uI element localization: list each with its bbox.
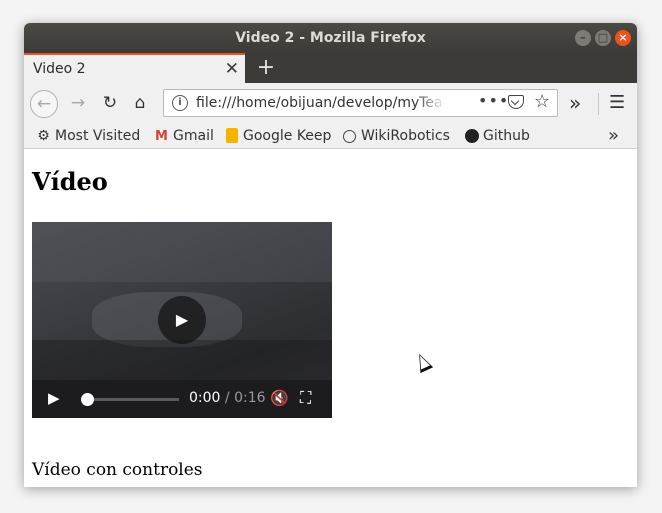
bookmark-most-visited[interactable]: ⚙ Most Visited — [36, 127, 140, 145]
back-button[interactable]: ← — [30, 90, 58, 118]
bookmarks-toolbar: ⚙ Most Visited M Gmail Google Keep WikiRob… — [24, 123, 637, 149]
pocket-icon[interactable] — [508, 95, 524, 109]
gmail-icon: M — [155, 129, 168, 144]
globe-icon — [343, 130, 356, 143]
close-tab-icon[interactable]: ✕ — [225, 59, 239, 79]
current-time: 0:00 — [189, 390, 221, 406]
title-bar: Video 2 - Mozilla Firefox – □ × — [24, 23, 637, 53]
progress-track[interactable] — [82, 398, 179, 401]
duration: 0:16 — [234, 390, 266, 406]
tab-video-2[interactable]: Video 2 ✕ — [24, 53, 245, 83]
bookmark-wikirobotics[interactable]: WikiRobotics — [342, 127, 450, 145]
page-content: Vídeo ▶ ▶ 0:00 / 0:16 🔇 ⛶ Vídeo con cont… — [24, 149, 637, 487]
gear-icon: ⚙ — [37, 128, 50, 144]
github-icon — [464, 129, 479, 143]
page-actions-icon[interactable]: ••• — [478, 91, 509, 110]
keep-icon — [225, 128, 238, 143]
time-separator: / — [220, 390, 235, 406]
url-bar[interactable]: i file:///home/obijuan/develop/myTeachin… — [163, 89, 558, 117]
bookmark-star-icon[interactable]: ☆ — [534, 91, 550, 112]
close-window-button[interactable]: × — [615, 30, 631, 46]
big-play-button[interactable]: ▶ — [158, 296, 206, 344]
navigation-toolbar: ← → ↻ ⌂ i file:///home/obijuan/develop/m… — [24, 83, 637, 123]
new-tab-button[interactable]: + — [254, 55, 278, 81]
tab-strip: Video 2 ✕ + — [24, 53, 637, 83]
video-player[interactable]: ▶ ▶ 0:00 / 0:16 🔇 ⛶ — [32, 222, 332, 418]
forward-button[interactable]: → — [64, 89, 92, 117]
url-input[interactable]: file:///home/obijuan/develop/myTeaching/ — [196, 95, 444, 111]
hamburger-menu-icon[interactable]: ☰ — [609, 89, 625, 117]
toolbar-separator — [598, 93, 599, 115]
toolbar-overflow-icon[interactable]: » — [569, 89, 581, 117]
browser-window: Video 2 - Mozilla Firefox – □ × Video 2 … — [24, 23, 637, 487]
fullscreen-icon[interactable]: ⛶ — [300, 388, 311, 408]
window-title: Video 2 - Mozilla Firefox — [235, 30, 426, 46]
tab-title: Video 2 — [33, 61, 86, 77]
muted-speaker-icon[interactable]: 🔇 — [270, 389, 289, 407]
bookmark-github[interactable]: Github — [464, 127, 530, 145]
bookmarks-overflow-icon[interactable]: » — [608, 125, 619, 146]
play-icon[interactable]: ▶ — [48, 389, 60, 407]
mouse-cursor-icon — [412, 350, 434, 374]
bookmark-google-keep[interactable]: Google Keep — [224, 127, 331, 145]
reload-button[interactable]: ↻ — [96, 89, 124, 117]
bookmark-gmail[interactable]: M Gmail — [154, 127, 214, 145]
site-info-icon[interactable]: i — [172, 95, 188, 111]
minimize-button[interactable]: – — [575, 30, 591, 46]
video-caption: Vídeo con controles — [32, 460, 203, 480]
home-button[interactable]: ⌂ — [126, 89, 154, 117]
maximize-button[interactable]: □ — [595, 30, 611, 46]
progress-thumb[interactable] — [81, 393, 94, 406]
video-controls-bar: ▶ 0:00 / 0:16 🔇 ⛶ — [32, 380, 332, 418]
time-display: 0:00 / 0:16 — [189, 390, 266, 406]
page-heading: Vídeo — [32, 167, 108, 196]
